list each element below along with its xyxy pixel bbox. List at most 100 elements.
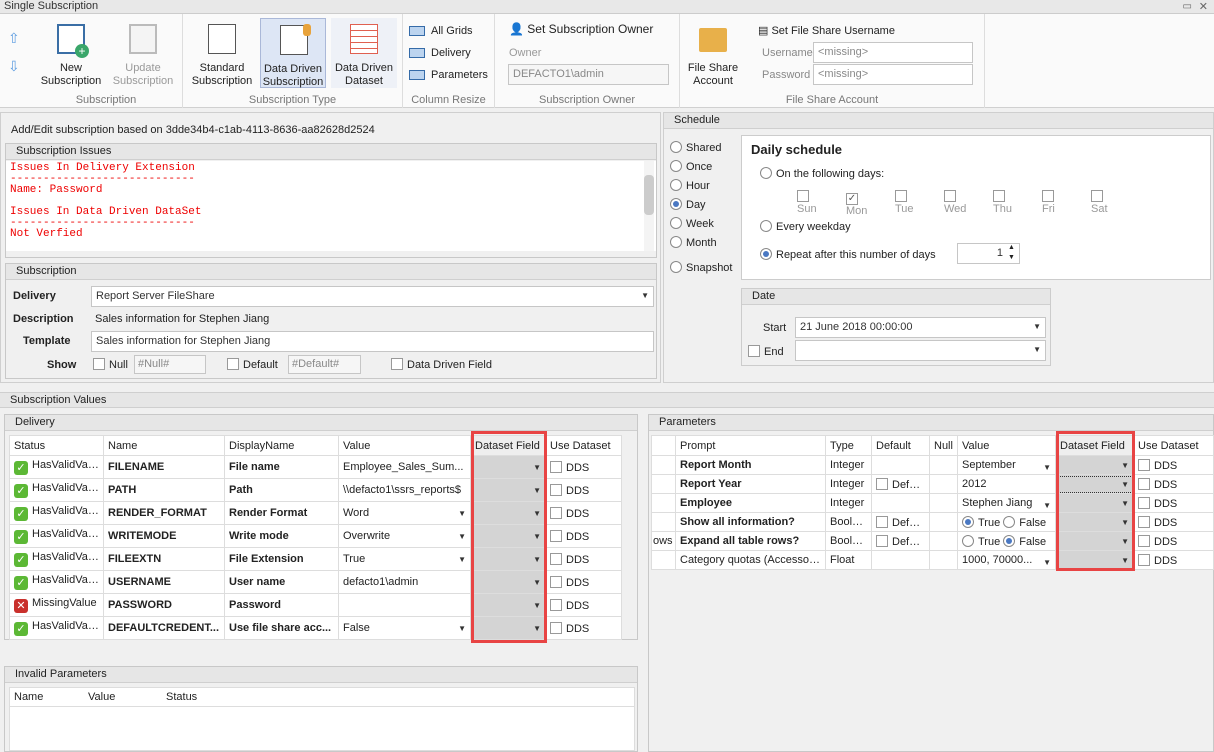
- password-input[interactable]: <missing>: [813, 64, 973, 85]
- schedule-option-week[interactable]: Week: [670, 217, 714, 230]
- use-dataset-checkbox[interactable]: DDS: [1133, 455, 1214, 475]
- table-row[interactable]: Show all information? Boolean Default Tr…: [651, 512, 1214, 532]
- data-driven-subscription-button[interactable]: Data Driven Subscription: [260, 18, 326, 88]
- table-row[interactable]: ✓ HasValidValue WRITEMODE Write mode Over…: [9, 524, 622, 548]
- column-header[interactable]: Value: [957, 435, 1056, 456]
- use-dataset-checkbox[interactable]: DDS: [545, 524, 622, 548]
- table-row[interactable]: ✓ HasValidValue RENDER_FORMAT Render Form…: [9, 501, 622, 525]
- column-header[interactable]: Type: [825, 435, 872, 456]
- spinner-arrows-icon[interactable]: ▲ ▼: [1008, 243, 1015, 263]
- table-row[interactable]: ows Expand all table rows? Boolean Defau…: [651, 531, 1214, 551]
- schedule-option-month[interactable]: Month: [670, 236, 717, 249]
- end-date-checkbox[interactable]: End: [748, 345, 784, 358]
- table-row[interactable]: ✓ HasValidValue USERNAME User name defact…: [9, 570, 622, 594]
- template-input[interactable]: Sales information for Stephen Jiang: [91, 331, 654, 352]
- restore-icon[interactable]: ▭: [1183, 1, 1192, 12]
- use-dataset-checkbox[interactable]: DDS: [1133, 474, 1214, 494]
- update-subscription-button[interactable]: Update Subscription: [110, 18, 176, 88]
- file-share-account-button[interactable]: File Share Account: [680, 18, 746, 88]
- table-row[interactable]: Category quotas (Accessori... Float 1000…: [651, 550, 1214, 570]
- table-row[interactable]: Report Month Integer September ▼ ▼ DDS: [651, 455, 1214, 475]
- value-cell[interactable]: 1000, 70000... ▼: [957, 550, 1056, 570]
- schedule-option-hour[interactable]: Hour: [670, 179, 710, 192]
- on-following-days-radio[interactable]: On the following days:: [760, 167, 884, 180]
- table-row[interactable]: ✓ HasValidValue FILENAME File name Employ…: [9, 455, 622, 479]
- dataset-field-select[interactable]: ▼: [1055, 474, 1134, 494]
- move-up-icon[interactable]: ⇧: [8, 30, 20, 47]
- dataset-field-select[interactable]: ▼: [1055, 455, 1134, 475]
- column-header[interactable]: [651, 435, 676, 456]
- dataset-field-select[interactable]: ▼: [470, 455, 546, 479]
- table-row[interactable]: ✓ HasValidValue FILEEXTN File Extension T…: [9, 547, 622, 571]
- new-subscription-button[interactable]: + New Subscription: [38, 18, 104, 88]
- set-username-button[interactable]: ▤ Set File Share Username: [758, 24, 895, 37]
- value-cell[interactable]: \\defacto1\ssrs_reports$: [338, 478, 471, 502]
- null-checkbox[interactable]: Null: [93, 358, 128, 371]
- column-header[interactable]: Default: [871, 435, 930, 456]
- default-checkbox[interactable]: Default: [227, 358, 278, 371]
- table-row[interactable]: ✕ MissingValue PASSWORD Password ▼ DDS: [9, 593, 622, 617]
- value-cell[interactable]: defacto1\admin: [338, 570, 471, 594]
- value-cell[interactable]: True False: [957, 531, 1056, 551]
- resize-all-grids-button[interactable]: All Grids: [403, 22, 473, 40]
- value-cell[interactable]: [338, 593, 471, 617]
- default-checkbox[interactable]: [876, 477, 888, 490]
- value-cell[interactable]: September ▼: [957, 455, 1056, 475]
- schedule-option-day[interactable]: Day: [670, 198, 706, 211]
- schedule-option-once[interactable]: Once: [670, 160, 712, 173]
- end-date-picker[interactable]: ▼: [795, 340, 1046, 361]
- column-header[interactable]: Null: [929, 435, 958, 456]
- dataset-field-select[interactable]: ▼: [1055, 512, 1134, 532]
- day-checkbox-sun[interactable]: Sun: [797, 190, 817, 215]
- resize-parameters-button[interactable]: Parameters: [403, 66, 488, 84]
- table-row[interactable]: ✓ HasValidValue DEFAULTCREDENT... Use fil…: [9, 616, 622, 640]
- column-header[interactable]: DisplayName: [224, 435, 339, 456]
- value-cell[interactable]: False ▼: [338, 616, 471, 640]
- use-dataset-checkbox[interactable]: DDS: [1133, 493, 1214, 513]
- default-checkbox[interactable]: [876, 515, 888, 528]
- dataset-field-select[interactable]: ▼: [470, 501, 546, 525]
- use-dataset-checkbox[interactable]: DDS: [1133, 550, 1214, 570]
- column-header[interactable]: Value: [338, 435, 471, 456]
- start-date-picker[interactable]: 21 June 2018 00:00:00 ▼: [795, 317, 1046, 338]
- value-cell[interactable]: True False: [957, 512, 1056, 532]
- column-header[interactable]: Use Dataset: [1133, 435, 1214, 456]
- repeat-days-radio[interactable]: Repeat after this number of days: [760, 248, 936, 261]
- value-cell[interactable]: Word ▼: [338, 501, 471, 525]
- use-dataset-checkbox[interactable]: DDS: [545, 616, 622, 640]
- set-owner-button[interactable]: 👤 Set Subscription Owner: [509, 22, 653, 36]
- day-checkbox-fri[interactable]: Fri: [1042, 190, 1058, 215]
- true-radio[interactable]: True: [962, 534, 1000, 548]
- dataset-field-select[interactable]: ▼: [1055, 531, 1134, 551]
- null-input[interactable]: #Null#: [134, 355, 206, 374]
- use-dataset-checkbox[interactable]: DDS: [545, 593, 622, 617]
- dataset-field-select[interactable]: ▼: [470, 570, 546, 594]
- column-header[interactable]: Status: [9, 435, 104, 456]
- value-cell[interactable]: 2012: [957, 474, 1056, 494]
- use-dataset-checkbox[interactable]: DDS: [1133, 531, 1214, 551]
- table-row[interactable]: Employee Integer Stephen Jiang ▼ ▼ DDS: [651, 493, 1214, 513]
- false-radio[interactable]: False: [1003, 515, 1046, 529]
- schedule-option-snapshot[interactable]: Snapshot: [670, 261, 732, 274]
- dataset-field-select[interactable]: ▼: [470, 616, 546, 640]
- schedule-option-shared[interactable]: Shared: [670, 141, 721, 154]
- value-cell[interactable]: Stephen Jiang ▼: [957, 493, 1056, 513]
- table-row[interactable]: Report Year Integer Default 2012 ▼ DDS: [651, 474, 1214, 494]
- table-row[interactable]: ✓ HasValidValue PATH Path \\defacto1\ssrs…: [9, 478, 622, 502]
- column-header[interactable]: Name: [103, 435, 225, 456]
- resize-delivery-button[interactable]: Delivery: [403, 44, 471, 62]
- column-header[interactable]: Prompt: [675, 435, 826, 456]
- delivery-select[interactable]: Report Server FileShare ▼: [91, 286, 654, 307]
- day-checkbox-mon[interactable]: Mon: [846, 190, 867, 217]
- day-checkbox-wed[interactable]: Wed: [944, 190, 966, 215]
- move-down-icon[interactable]: ⇩: [8, 58, 20, 75]
- dataset-field-select[interactable]: ▼: [1055, 550, 1134, 570]
- close-icon[interactable]: ✕: [1199, 0, 1208, 13]
- use-dataset-checkbox[interactable]: DDS: [545, 455, 622, 479]
- default-checkbox[interactable]: [876, 534, 888, 547]
- use-dataset-checkbox[interactable]: DDS: [1133, 512, 1214, 532]
- column-header[interactable]: Dataset Field: [1055, 435, 1134, 456]
- dataset-field-select[interactable]: ▼: [470, 478, 546, 502]
- day-checkbox-tue[interactable]: Tue: [895, 190, 914, 215]
- issues-scrollbar[interactable]: [644, 161, 654, 251]
